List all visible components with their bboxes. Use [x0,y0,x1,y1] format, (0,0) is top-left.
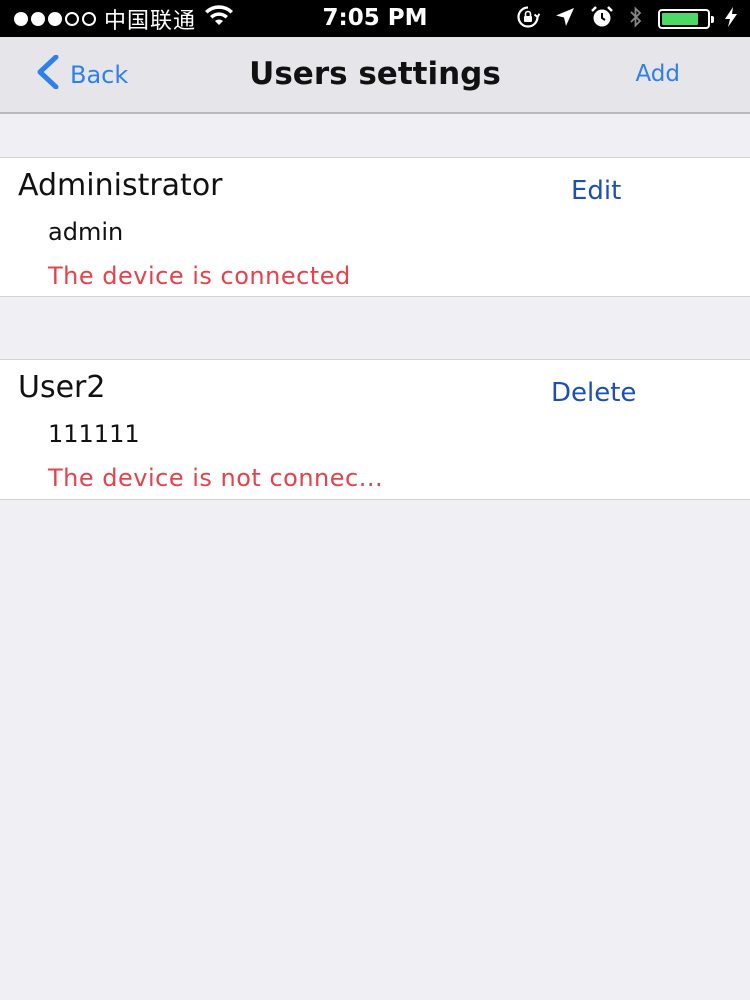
status-left: 中国联通 [14,0,234,37]
connection-status: The device is connected [48,262,351,290]
user-card-administrator: Administrator Edit admin The device is c… [0,157,750,297]
orientation-lock-icon [516,5,541,33]
wifi-icon [204,4,234,33]
back-label: Back [70,60,129,89]
add-user-button[interactable]: Add [635,37,680,112]
user-name: User2 [18,370,106,405]
connection-status: The device is not connec... [48,464,384,492]
bluetooth-icon [628,5,644,33]
user-name: Administrator [18,168,223,203]
charging-bolt-icon [724,6,738,32]
edit-user-button[interactable]: Edit [571,173,621,209]
user-account: admin [48,218,124,246]
user-account: 111111 [48,420,140,448]
location-arrow-icon [554,6,576,32]
signal-strength-icon [14,11,96,26]
chevron-left-icon [34,54,62,95]
back-button[interactable]: Back [34,37,128,112]
status-bar: 中国联通 7:05 PM [0,0,750,37]
alarm-icon [590,5,614,33]
battery-icon [658,8,714,29]
user-card-user2: User2 Delete 111111 The device is not co… [0,359,750,500]
carrier-name: 中国联通 [104,8,197,34]
delete-user-button[interactable]: Delete [551,375,636,411]
navigation-bar: Back Users settings Add [0,37,750,114]
status-right [516,0,738,37]
